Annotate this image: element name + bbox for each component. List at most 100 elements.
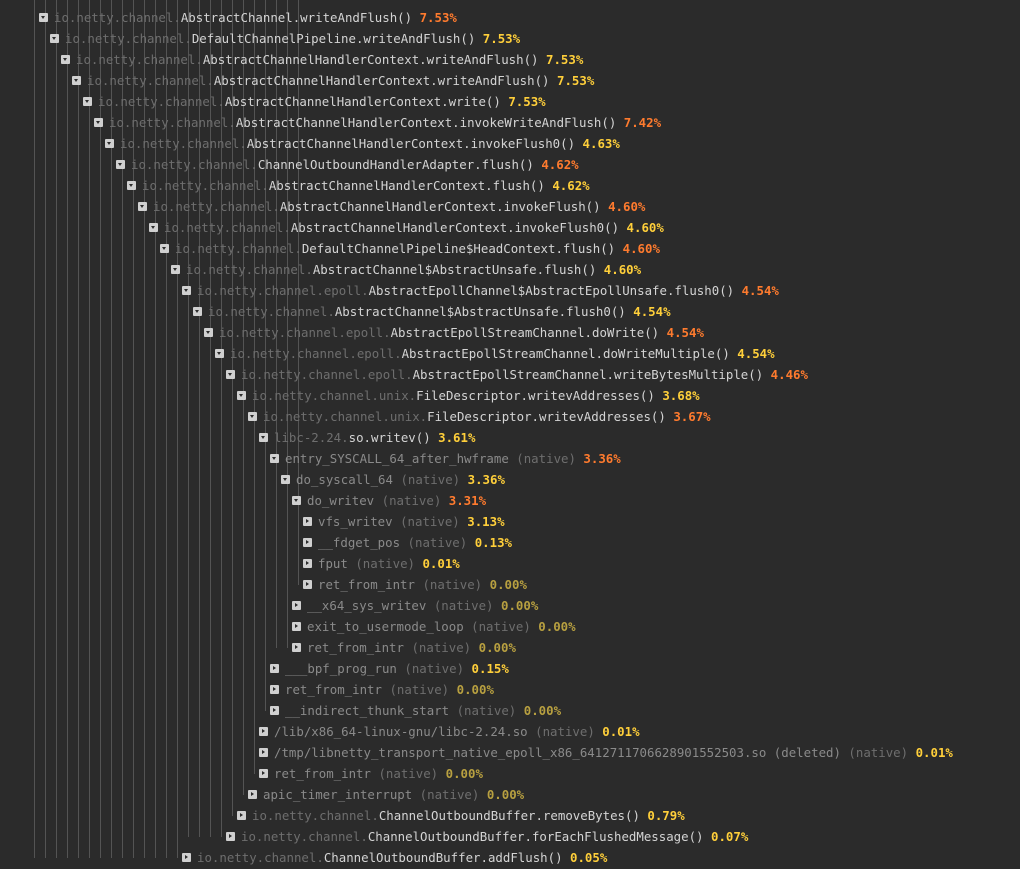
tree-row[interactable]: io.netty.channel.AbstractChannelHandlerC… [0, 92, 1020, 113]
tree-row[interactable]: __fdget_pos (native) 0.13% [0, 533, 1020, 554]
collapse-toggle-icon[interactable] [105, 139, 114, 148]
tree-row[interactable]: ret_from_intr (native) 0.00% [0, 680, 1020, 701]
tree-node-label[interactable]: io.netty.channel.ChannelOutboundBuffer.r… [252, 808, 685, 824]
tree-node-label[interactable]: apic_timer_interrupt (native) 0.00% [263, 787, 524, 803]
expand-toggle-icon[interactable] [270, 685, 279, 694]
tree-row[interactable]: io.netty.channel.ChannelOutboundBuffer.a… [0, 848, 1020, 869]
tree-node-label[interactable]: fput (native) 0.01% [318, 556, 460, 572]
tree-node-label[interactable]: io.netty.channel.AbstractChannelHandlerC… [98, 94, 546, 110]
collapse-toggle-icon[interactable] [116, 160, 125, 169]
tree-row[interactable]: ret_from_intr (native) 0.00% [0, 575, 1020, 596]
tree-row[interactable]: io.netty.channel.ChannelOutboundBuffer.f… [0, 827, 1020, 848]
tree-node-label[interactable]: __x64_sys_writev (native) 0.00% [307, 598, 538, 614]
collapse-toggle-icon[interactable] [270, 454, 279, 463]
tree-node-label[interactable]: io.netty.channel.AbstractChannel$Abstrac… [208, 304, 671, 320]
tree-row[interactable]: io.netty.channel.AbstractChannelHandlerC… [0, 134, 1020, 155]
expand-toggle-icon[interactable] [182, 853, 191, 862]
collapse-toggle-icon[interactable] [50, 34, 59, 43]
tree-row[interactable]: io.netty.channel.AbstractChannelHandlerC… [0, 113, 1020, 134]
tree-row[interactable]: /tmp/libnetty_transport_native_epoll_x86… [0, 743, 1020, 764]
collapse-toggle-icon[interactable] [94, 118, 103, 127]
collapse-toggle-icon[interactable] [292, 496, 301, 505]
collapse-toggle-icon[interactable] [182, 286, 191, 295]
tree-row[interactable]: io.netty.channel.AbstractChannelHandlerC… [0, 71, 1020, 92]
tree-node-label[interactable]: io.netty.channel.ChannelOutboundBuffer.a… [197, 850, 607, 866]
tree-node-label[interactable]: ret_from_intr (native) 0.00% [285, 682, 494, 698]
collapse-toggle-icon[interactable] [226, 370, 235, 379]
tree-row[interactable]: io.netty.channel.unix.FileDescriptor.wri… [0, 407, 1020, 428]
collapse-toggle-icon[interactable] [127, 181, 136, 190]
tree-node-label[interactable]: io.netty.channel.AbstractChannelHandlerC… [76, 52, 583, 68]
collapse-toggle-icon[interactable] [237, 391, 246, 400]
tree-node-label[interactable]: ret_from_intr (native) 0.00% [307, 640, 516, 656]
collapse-toggle-icon[interactable] [248, 412, 257, 421]
tree-node-label[interactable]: io.netty.channel.AbstractChannelHandlerC… [164, 220, 664, 236]
collapse-toggle-icon[interactable] [281, 475, 290, 484]
tree-node-label[interactable]: io.netty.channel.ChannelOutboundBuffer.f… [241, 829, 748, 845]
collapse-toggle-icon[interactable] [193, 307, 202, 316]
tree-node-label[interactable]: ret_from_intr (native) 0.00% [318, 577, 527, 593]
tree-node-label[interactable]: io.netty.channel.DefaultChannelPipeline.… [65, 31, 520, 47]
tree-node-label[interactable]: io.netty.channel.DefaultChannelPipeline$… [175, 241, 660, 257]
tree-row[interactable]: io.netty.channel.AbstractChannelHandlerC… [0, 218, 1020, 239]
tree-node-label[interactable]: io.netty.channel.AbstractChannel.writeAn… [54, 10, 457, 26]
tree-node-label[interactable]: io.netty.channel.ChannelOutboundHandlerA… [131, 157, 579, 173]
expand-toggle-icon[interactable] [237, 811, 246, 820]
tree-node-label[interactable]: libc-2.24.so.writev() 3.61% [274, 430, 475, 446]
tree-row[interactable]: do_writev (native) 3.31% [0, 491, 1020, 512]
tree-row[interactable]: io.netty.channel.epoll.AbstractEpollStre… [0, 344, 1020, 365]
tree-node-label[interactable]: io.netty.channel.AbstractChannelHandlerC… [142, 178, 590, 194]
collapse-toggle-icon[interactable] [215, 349, 224, 358]
collapse-toggle-icon[interactable] [160, 244, 169, 253]
expand-toggle-icon[interactable] [303, 538, 312, 547]
expand-toggle-icon[interactable] [292, 622, 301, 631]
tree-row[interactable]: io.netty.channel.epoll.AbstractEpollChan… [0, 281, 1020, 302]
collapse-toggle-icon[interactable] [83, 97, 92, 106]
tree-row[interactable]: entry_SYSCALL_64_after_hwframe (native) … [0, 449, 1020, 470]
tree-node-label[interactable]: entry_SYSCALL_64_after_hwframe (native) … [285, 451, 621, 467]
tree-row[interactable]: io.netty.channel.unix.FileDescriptor.wri… [0, 386, 1020, 407]
collapse-toggle-icon[interactable] [138, 202, 147, 211]
expand-toggle-icon[interactable] [226, 832, 235, 841]
tree-row[interactable]: io.netty.channel.DefaultChannelPipeline$… [0, 239, 1020, 260]
expand-toggle-icon[interactable] [259, 727, 268, 736]
expand-toggle-icon[interactable] [259, 748, 268, 757]
expand-toggle-icon[interactable] [303, 559, 312, 568]
tree-row[interactable]: ret_from_intr (native) 0.00% [0, 638, 1020, 659]
tree-node-label[interactable]: /tmp/libnetty_transport_native_epoll_x86… [274, 745, 953, 761]
expand-toggle-icon[interactable] [292, 601, 301, 610]
tree-node-label[interactable]: __indirect_thunk_start (native) 0.00% [285, 703, 561, 719]
tree-row[interactable]: __indirect_thunk_start (native) 0.00% [0, 701, 1020, 722]
tree-row[interactable]: vfs_writev (native) 3.13% [0, 512, 1020, 533]
expand-toggle-icon[interactable] [292, 643, 301, 652]
tree-node-label[interactable]: io.netty.channel.AbstractChannelHandlerC… [120, 136, 620, 152]
tree-node-label[interactable]: io.netty.channel.epoll.AbstractEpollStre… [241, 367, 808, 383]
tree-row[interactable]: io.netty.channel.AbstractChannelHandlerC… [0, 176, 1020, 197]
tree-node-label[interactable]: exit_to_usermode_loop (native) 0.00% [307, 619, 576, 635]
tree-row[interactable]: __x64_sys_writev (native) 0.00% [0, 596, 1020, 617]
expand-toggle-icon[interactable] [248, 790, 257, 799]
tree-row[interactable]: io.netty.channel.AbstractChannel$Abstrac… [0, 302, 1020, 323]
tree-node-label[interactable]: io.netty.channel.AbstractChannelHandlerC… [153, 199, 645, 215]
tree-node-label[interactable]: ret_from_intr (native) 0.00% [274, 766, 483, 782]
tree-row[interactable]: io.netty.channel.AbstractChannelHandlerC… [0, 197, 1020, 218]
tree-node-label[interactable]: io.netty.channel.AbstractChannel$Abstrac… [186, 262, 641, 278]
tree-node-label[interactable]: do_syscall_64 (native) 3.36% [296, 472, 505, 488]
tree-row[interactable]: io.netty.channel.AbstractChannel$Abstrac… [0, 260, 1020, 281]
tree-node-label[interactable]: /lib/x86_64-linux-gnu/libc-2.24.so (nati… [274, 724, 640, 740]
tree-row[interactable]: io.netty.channel.DefaultChannelPipeline.… [0, 29, 1020, 50]
tree-row[interactable]: io.netty.channel.AbstractChannel.writeAn… [0, 8, 1020, 29]
tree-node-label[interactable]: do_writev (native) 3.31% [307, 493, 486, 509]
tree-row[interactable]: exit_to_usermode_loop (native) 0.00% [0, 617, 1020, 638]
tree-node-label[interactable]: vfs_writev (native) 3.13% [318, 514, 505, 530]
tree-node-label[interactable]: io.netty.channel.epoll.AbstractEpollStre… [230, 346, 775, 362]
tree-node-label[interactable]: io.netty.channel.epoll.AbstractEpollChan… [197, 283, 779, 299]
collapse-toggle-icon[interactable] [149, 223, 158, 232]
tree-node-label[interactable]: io.netty.channel.AbstractChannelHandlerC… [109, 115, 661, 131]
expand-toggle-icon[interactable] [303, 517, 312, 526]
collapse-toggle-icon[interactable] [171, 265, 180, 274]
expand-toggle-icon[interactable] [303, 580, 312, 589]
collapse-toggle-icon[interactable] [204, 328, 213, 337]
tree-row[interactable]: io.netty.channel.ChannelOutboundBuffer.r… [0, 806, 1020, 827]
tree-row[interactable]: io.netty.channel.AbstractChannelHandlerC… [0, 50, 1020, 71]
